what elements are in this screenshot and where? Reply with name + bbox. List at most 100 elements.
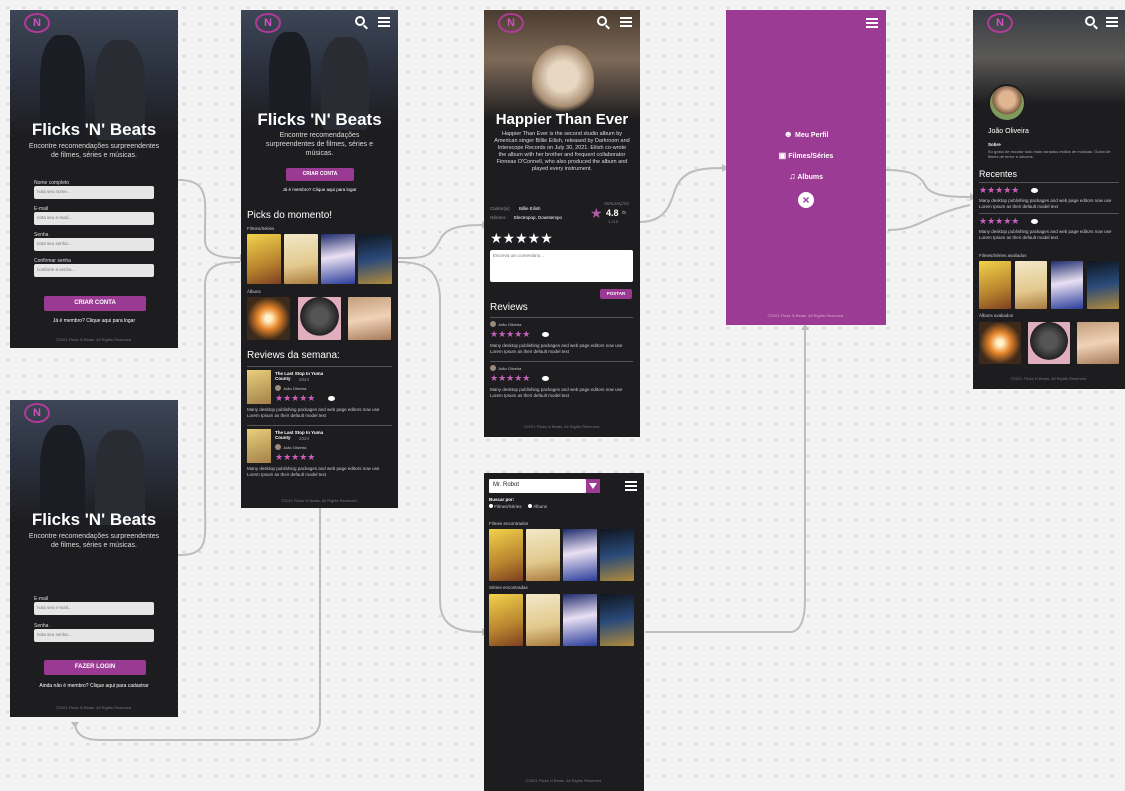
album-cover[interactable] [979, 322, 1021, 364]
review-user: João Oliveira [283, 386, 307, 391]
film-poster[interactable] [489, 529, 523, 581]
search-dropdown-button[interactable] [586, 479, 600, 493]
album-artist-photo [532, 45, 594, 115]
menu-icon[interactable] [625, 481, 637, 483]
comment-input[interactable]: Escreva um comentário... [490, 250, 633, 282]
signup-link[interactable]: Ainda não é membro? Clique aqui para cad… [10, 683, 178, 689]
albums-rated-label: Álbuns avaliados [979, 313, 1014, 318]
music-note-icon: ♫ [788, 171, 796, 181]
series-poster[interactable] [526, 594, 560, 646]
album-cover[interactable] [348, 297, 391, 340]
film-poster[interactable] [1051, 261, 1083, 309]
password-field[interactable]: nota seu senha... [34, 629, 154, 642]
filter-option-albums[interactable]: Álbuns [528, 504, 547, 509]
search-icon[interactable] [355, 16, 365, 26]
comment-icon[interactable] [542, 376, 549, 381]
filter-option-films[interactable]: Filmes/Séries [489, 504, 522, 509]
page-title: Flicks 'N' Beats [257, 110, 382, 129]
picks-albums-label: Álbuns [247, 289, 261, 294]
film-poster[interactable] [979, 261, 1011, 309]
page-subtitle: Encontre recomendações surpreendentes de… [265, 132, 373, 158]
film-poster[interactable] [247, 234, 281, 284]
artist-label: Cantor(a): [490, 206, 511, 211]
review-stars: ★★★★★ [490, 329, 531, 339]
login-button[interactable]: FAZER LOGIN [44, 660, 146, 675]
login-link[interactable]: Já é membro? Clique aqui para logar [10, 318, 178, 324]
footer: ©2021 Flicks N Beats. All Rights Reserve… [55, 337, 133, 342]
artist-value: Billie Eilish [519, 206, 541, 211]
film-poster[interactable] [526, 529, 560, 581]
comment-icon[interactable] [542, 332, 549, 337]
film-poster[interactable] [600, 529, 634, 581]
album-cover[interactable] [247, 297, 290, 340]
close-icon[interactable]: × [798, 192, 814, 208]
connector-home-album [397, 224, 483, 259]
divider [979, 182, 1119, 183]
comment-icon[interactable] [1031, 219, 1038, 224]
menu-item-albums[interactable]: ♫ Albums [726, 171, 886, 181]
connector-signup-home [177, 179, 241, 259]
login-link[interactable]: Já é membro? Clique aqui para logar [241, 187, 398, 192]
review-poster[interactable] [247, 370, 271, 404]
rating-count: 1.215 [608, 219, 619, 224]
connector-search-menu [645, 330, 806, 633]
confirm-password-field[interactable]: confirme a senha... [34, 264, 154, 277]
album-cover[interactable] [1077, 322, 1119, 364]
review-stars: ★★★★★ [275, 393, 316, 403]
review-year: 2024 [299, 436, 310, 441]
review-stars: ★★★★★ [979, 185, 1020, 195]
logo[interactable]: N [498, 13, 524, 33]
connector-profile-up [887, 204, 971, 231]
film-poster[interactable] [563, 529, 597, 581]
filter-label: Buscar por: [489, 497, 515, 502]
logo[interactable]: N [24, 403, 50, 423]
album-description: Happier Than Ever is the second studio a… [494, 131, 630, 173]
create-account-button[interactable]: CRIAR CONTA [286, 168, 354, 181]
topbar: N [973, 10, 1125, 36]
email-field[interactable]: nota seu e-mail... [34, 212, 154, 225]
series-poster[interactable] [489, 594, 523, 646]
film-poster[interactable] [321, 234, 355, 284]
review-text: Many desktop publishing packages and web… [979, 198, 1112, 209]
comment-icon[interactable] [1031, 188, 1038, 193]
post-button[interactable]: POSTAR [600, 289, 632, 299]
album-cover[interactable] [298, 297, 341, 340]
series-poster[interactable] [600, 594, 634, 646]
film-poster[interactable] [358, 234, 392, 284]
review-poster[interactable] [247, 429, 271, 463]
profile-name: João Oliveira [988, 128, 1029, 135]
review-user: João Oliveira [498, 366, 522, 371]
reviews-title: Reviews da semana: [247, 350, 340, 361]
album-title: Happier Than Ever [495, 111, 629, 128]
rating-value: 4.8 [606, 208, 619, 218]
genre-value: Electropop, Downtempo [514, 215, 563, 220]
search-input[interactable]: Mr. Robot [489, 479, 586, 493]
menu-item-profile[interactable]: ☻ Meu Perfil [726, 129, 886, 139]
menu-item-films[interactable]: ▣ Filmes/Séries [726, 151, 886, 160]
logo[interactable]: N [987, 13, 1013, 33]
filter-option-label: Álbuns [533, 504, 548, 509]
menu-icon[interactable] [378, 17, 390, 19]
album-cover[interactable] [1028, 322, 1070, 364]
film-poster[interactable] [284, 234, 318, 284]
logo[interactable]: N [255, 13, 281, 33]
user-rating-stars[interactable]: ★★★★★ [490, 231, 553, 245]
menu-icon[interactable] [1106, 17, 1118, 19]
name-field[interactable]: nota seu nome... [34, 186, 154, 199]
password-field[interactable]: nota seu senha... [34, 238, 154, 251]
connector-album-menu [639, 167, 723, 223]
search-icon[interactable] [1085, 16, 1095, 26]
logo[interactable]: N [24, 13, 50, 33]
film-poster[interactable] [1015, 261, 1047, 309]
create-account-button[interactable]: CRIAR CONTA [44, 296, 146, 311]
menu-icon[interactable] [620, 17, 632, 19]
email-field[interactable]: nota seu e-mail... [34, 602, 154, 615]
film-poster[interactable] [1087, 261, 1119, 309]
series-poster[interactable] [563, 594, 597, 646]
album-screen: N Happier Than Ever Happier Than Ever is… [484, 10, 640, 437]
comment-icon[interactable] [328, 396, 335, 401]
footer: ©2021 Flicks N Beats. All Rights Reserve… [525, 778, 603, 783]
menu-icon[interactable] [866, 18, 878, 20]
avatar [275, 444, 281, 450]
search-icon[interactable] [597, 16, 607, 26]
